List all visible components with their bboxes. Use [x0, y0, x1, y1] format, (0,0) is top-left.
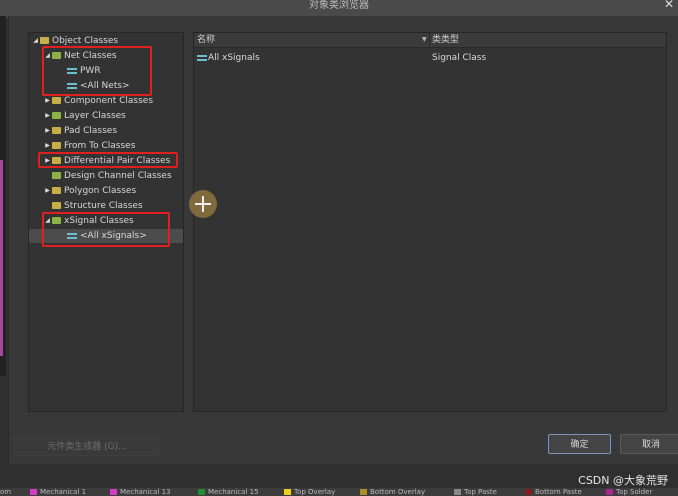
- class-generator-button[interactable]: 元件类生成器 (G)...: [14, 436, 160, 456]
- tree-item-polygon-classes[interactable]: ▶ Polygon Classes: [43, 184, 136, 198]
- layer-label: Bottom Overlay: [370, 488, 426, 496]
- layer-color-swatch: [30, 489, 37, 495]
- expand-arrow-icon[interactable]: ▶: [43, 184, 52, 198]
- splitter-drag-handle[interactable]: [189, 190, 217, 218]
- background-layer-accent: [0, 160, 3, 356]
- layer-tab[interactable]: Top Overlay: [284, 488, 335, 496]
- layer-label: Top Overlay: [294, 488, 336, 496]
- layer-tab[interactable]: Bottom Overlay: [360, 488, 425, 496]
- xsignal-class-icon: [197, 55, 207, 61]
- layer-tab[interactable]: Mechanical 1: [30, 488, 86, 496]
- layer-color-swatch: [606, 489, 613, 495]
- layer-label: Bottom Paste: [535, 488, 582, 496]
- highlight-box-differential-pair-classes: [38, 152, 178, 168]
- tree-item-label: Layer Classes: [64, 111, 126, 121]
- sort-indicator-icon: ▼: [422, 36, 427, 43]
- list-item-name: All xSignals: [208, 53, 260, 63]
- list-item-type: Signal Class: [432, 53, 487, 63]
- layer-tab[interactable]: Top Solder: [606, 488, 652, 496]
- folder-icon: [52, 127, 61, 134]
- close-icon[interactable]: ✕: [664, 0, 674, 10]
- layer-label: om: [0, 488, 12, 496]
- tree-item-component-classes[interactable]: ▶ Component Classes: [43, 94, 153, 108]
- class-members-list[interactable]: 名称 ▼ 类类型 All xSignals Signal Class: [193, 32, 667, 412]
- layer-tab[interactable]: Mechanical 15: [198, 488, 259, 496]
- tree-item-label: From To Classes: [64, 141, 136, 151]
- cancel-button[interactable]: 取消: [620, 434, 678, 454]
- folder-icon: [52, 97, 61, 104]
- tree-item-layer-classes[interactable]: ▶ Layer Classes: [43, 109, 126, 123]
- folder-icon: [52, 187, 61, 194]
- tree-item-pad-classes[interactable]: ▶ Pad Classes: [43, 124, 117, 138]
- expand-arrow-icon[interactable]: ▶: [43, 109, 52, 123]
- highlight-box-xsignal-classes: [42, 212, 170, 247]
- expand-arrow-icon[interactable]: ▶: [43, 124, 52, 138]
- collapse-arrow-icon[interactable]: ◢: [31, 34, 40, 48]
- highlight-box-net-classes: [42, 46, 152, 96]
- layer-color-swatch: [198, 489, 205, 495]
- tree-item-label: Polygon Classes: [64, 186, 137, 196]
- tree-item-label: Object Classes: [52, 36, 119, 46]
- folder-icon: [52, 172, 61, 179]
- layer-color-swatch: [454, 489, 461, 495]
- folder-icon: [52, 202, 61, 209]
- layer-color-swatch: [360, 489, 367, 495]
- column-header-type[interactable]: 类类型: [432, 33, 459, 47]
- tree-item-label: Structure Classes: [64, 201, 143, 211]
- layer-label: Top Paste: [464, 488, 497, 496]
- layer-tab[interactable]: om: [0, 488, 11, 496]
- layer-tab-bar: om Mechanical 1 Mechanical 13 Mechanical…: [0, 488, 678, 496]
- tree-item-label: Pad Classes: [64, 126, 118, 136]
- ok-button[interactable]: 确定: [548, 434, 611, 454]
- watermark: CSDN @大象荒野: [578, 474, 668, 487]
- layer-color-swatch: [110, 489, 117, 495]
- tree-item-label: Component Classes: [64, 96, 154, 106]
- tree-item-from-to-classes[interactable]: ▶ From To Classes: [43, 139, 135, 153]
- column-divider[interactable]: [429, 33, 430, 47]
- tree-item-label: Design Channel Classes: [64, 171, 172, 181]
- list-item[interactable]: All xSignals Signal Class: [194, 51, 666, 65]
- tree-item-design-channel-classes[interactable]: Design Channel Classes: [43, 169, 172, 183]
- window-title: 对象类浏览器: [309, 0, 369, 11]
- folder-icon: [52, 112, 61, 119]
- layer-tab[interactable]: Bottom Paste: [525, 488, 582, 496]
- layer-label: Mechanical 13: [120, 488, 171, 496]
- layer-color-swatch: [525, 489, 532, 495]
- column-header-name[interactable]: 名称: [197, 33, 215, 47]
- layer-label: Top Solder: [616, 488, 653, 496]
- tree-item-structure-classes[interactable]: Structure Classes: [43, 199, 143, 213]
- expand-arrow-icon[interactable]: ▶: [43, 94, 52, 108]
- layer-tab[interactable]: Top Paste: [454, 488, 497, 496]
- layer-label: Mechanical 15: [208, 488, 259, 496]
- folder-icon: [40, 37, 49, 44]
- layer-label: Mechanical 1: [40, 488, 87, 496]
- expand-arrow-icon[interactable]: ▶: [43, 139, 52, 153]
- folder-icon: [52, 142, 61, 149]
- layer-color-swatch: [284, 489, 291, 495]
- list-header: 名称 ▼ 类类型: [194, 33, 666, 48]
- layer-tab[interactable]: Mechanical 13: [110, 488, 171, 496]
